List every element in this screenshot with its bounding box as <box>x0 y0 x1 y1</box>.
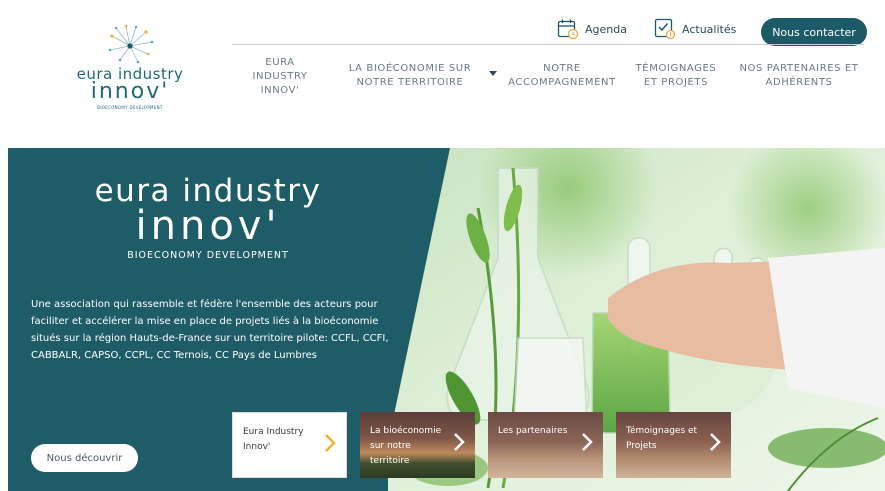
hero-logo-line-2: innov' <box>135 203 281 249</box>
hero-card-partenaires[interactable]: Les partenaires <box>488 412 603 478</box>
news-label: Actualités <box>682 22 737 36</box>
site-logo[interactable]: eura industry innov' BIOECONOMY DEVELOPM… <box>74 24 186 116</box>
logo-tagline: BIOECONOMY DEVELOPMENT <box>97 105 163 110</box>
chevron-right-icon <box>582 433 593 451</box>
calendar-icon <box>557 19 579 40</box>
checklist-icon <box>654 18 676 40</box>
nav-divider <box>232 44 864 45</box>
card-label: Témoignages et Projets <box>626 426 698 451</box>
hero-card-bioeconomie[interactable]: La bioéconomie sur notre territoire <box>360 412 475 478</box>
hero-description: Une association qui rassemble et fédère … <box>31 299 389 361</box>
nav-item-accompagnement[interactable]: NOTRE ACCOMPAGNEMENT <box>506 62 618 90</box>
nav-item-temoignages[interactable]: TÉMOIGNAGES ET PROJETS <box>627 62 725 90</box>
chevron-right-icon <box>325 434 336 452</box>
card-label: Les partenaires <box>498 426 568 436</box>
logo-line-2: innov' <box>90 79 170 104</box>
chevron-right-icon <box>710 433 721 451</box>
hero-logo-line-1: eura industry <box>94 173 322 209</box>
nav-item-bioeconomie[interactable]: LA BIOÉCONOMIE SUR NOTRE TERRITOIRE <box>348 62 472 90</box>
hero-card-eura-industry-innov[interactable]: Eura Industry Innov' <box>232 412 347 478</box>
dropdown-caret-icon[interactable] <box>489 71 497 76</box>
hero-logo-tagline: BIOECONOMY DEVELOPMENT <box>127 250 289 261</box>
nav-item-eura-industry-innov[interactable]: EURA INDUSTRY INNOV' <box>248 56 312 98</box>
agenda-label: Agenda <box>585 22 627 36</box>
hero-banner: eura industry innov' BIOECONOMY DEVELOPM… <box>8 148 885 491</box>
hero-card-temoignages[interactable]: Témoignages et Projets <box>616 412 731 478</box>
chevron-right-icon <box>454 433 465 451</box>
contact-button[interactable]: Nous contacter <box>761 18 867 46</box>
dandelion-logo-icon <box>108 24 154 64</box>
news-link[interactable]: Actualités <box>654 18 736 40</box>
hero-logo: eura industry innov' BIOECONOMY DEVELOPM… <box>88 173 328 262</box>
card-label: Eura Industry Innov' <box>243 427 304 452</box>
card-label: La bioéconomie sur notre territoire <box>370 426 442 466</box>
agenda-link[interactable]: Agenda <box>557 18 627 40</box>
discover-button[interactable]: Nous découvrir <box>31 444 138 472</box>
nav-item-partenaires[interactable]: NOS PARTENAIRES ET ADHÉRENTS <box>738 62 860 90</box>
